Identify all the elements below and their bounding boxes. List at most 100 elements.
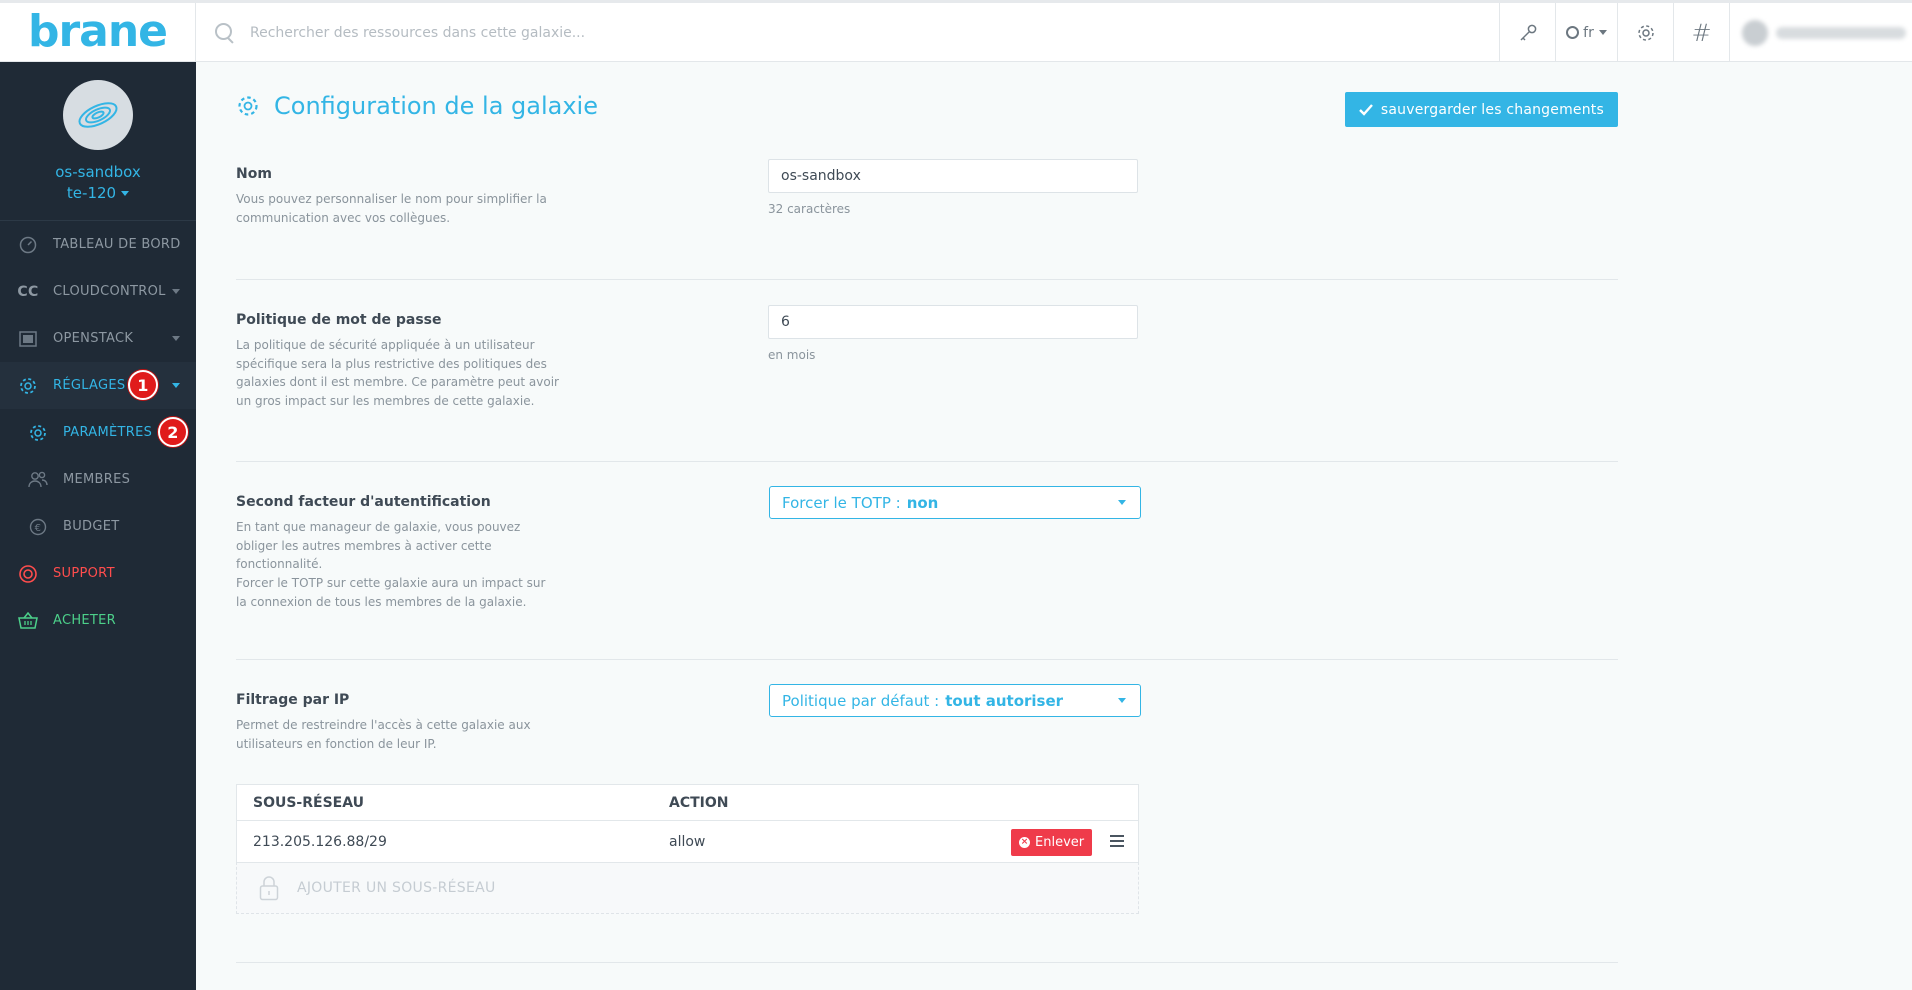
user-menu[interactable] bbox=[1729, 3, 1912, 62]
column-header-action: Action bbox=[669, 794, 729, 811]
name-help: 32 caractères bbox=[768, 202, 851, 216]
gear-icon bbox=[236, 94, 260, 118]
section-name: Nom Vous pouvez personnaliser le nom pou… bbox=[236, 159, 1618, 280]
action-cell: allow bbox=[669, 833, 706, 850]
save-button-label: sauvergarder les changements bbox=[1380, 101, 1604, 118]
sidebar-item-label: Tableau de bord bbox=[53, 237, 181, 252]
search-bar bbox=[196, 3, 1500, 62]
section-title: Nom bbox=[236, 166, 272, 182]
sidebar: os-sandbox te-120 Tableau de bord CC Clo… bbox=[0, 62, 196, 990]
sidebar-item-budget[interactable]: € Budget bbox=[0, 503, 196, 550]
sidebar-item-support[interactable]: Support bbox=[0, 550, 196, 597]
api-key-button[interactable] bbox=[1499, 3, 1555, 62]
twofa-field-wrap: Forcer le TOTP : non bbox=[769, 486, 1141, 519]
hash-button[interactable]: # bbox=[1673, 3, 1729, 62]
step-marker-2: 2 bbox=[158, 417, 188, 447]
chevron-down-icon bbox=[172, 383, 180, 388]
dashboard-icon bbox=[18, 235, 38, 255]
user-name-redacted bbox=[1776, 26, 1906, 39]
brand-logo[interactable]: brane bbox=[28, 9, 168, 54]
sidebar-item-settings[interactable]: Réglages 1 bbox=[0, 362, 196, 409]
settings-button[interactable] bbox=[1617, 3, 1673, 62]
default-policy-select[interactable]: Politique par défaut : tout autoriser bbox=[769, 684, 1141, 717]
remove-button-label: Enlever bbox=[1035, 835, 1085, 850]
subnet-table: Sous-réseau Action 213.205.126.88/29 all… bbox=[236, 784, 1139, 914]
language-selector[interactable]: fr bbox=[1555, 3, 1617, 62]
section-description: La politique de sécurité appliquée à un … bbox=[236, 338, 559, 409]
chevron-down-icon bbox=[172, 289, 180, 294]
table-header: Sous-réseau Action bbox=[237, 785, 1138, 821]
language-label: fr bbox=[1583, 24, 1594, 41]
sidebar-item-label: Budget bbox=[63, 519, 120, 534]
search-input[interactable] bbox=[250, 24, 1150, 41]
logo-area[interactable]: brane bbox=[0, 3, 196, 62]
sidebar-item-label: Réglages bbox=[53, 378, 126, 393]
page-title: Configuration de la galaxie bbox=[236, 92, 598, 120]
check-icon bbox=[1359, 103, 1373, 116]
force-totp-select[interactable]: Forcer le TOTP : non bbox=[769, 486, 1141, 519]
main-content: Configuration de la galaxie sauvergarder… bbox=[196, 62, 1912, 990]
section-ip-label: Filtrage par IP Permet de restreindre l'… bbox=[236, 692, 546, 753]
section-description: En tant que manageur de galaxie, vous po… bbox=[236, 520, 521, 572]
sidebar-item-label: Support bbox=[53, 566, 115, 581]
key-icon bbox=[1519, 24, 1536, 41]
section-description: Forcer le TOTP sur cette galaxie aura un… bbox=[236, 576, 546, 609]
galaxy-id[interactable]: te-120 bbox=[0, 183, 196, 204]
password-field-wrap: en mois bbox=[768, 305, 1138, 362]
gear-icon bbox=[28, 423, 48, 443]
select-value: tout autoriser bbox=[945, 691, 1064, 710]
basket-icon bbox=[18, 611, 38, 631]
sidebar-item-openstack[interactable]: Openstack bbox=[0, 315, 196, 362]
section-password-label: Politique de mot de passe La politique d… bbox=[236, 312, 566, 411]
sidebar-item-members[interactable]: Membres bbox=[0, 456, 196, 503]
close-icon: × bbox=[1019, 837, 1030, 848]
sidebar-item-label: Membres bbox=[63, 472, 131, 487]
hash-icon: # bbox=[1691, 18, 1712, 47]
galaxy-id-label: te-120 bbox=[66, 184, 117, 202]
sidebar-item-label: Paramètres bbox=[63, 425, 153, 440]
lock-icon bbox=[259, 875, 279, 901]
section-divider bbox=[236, 962, 1618, 963]
section-name-label: Nom Vous pouvez personnaliser le nom pou… bbox=[236, 166, 556, 227]
select-label: Politique par défaut : bbox=[782, 691, 940, 710]
section-password-policy: Politique de mot de passe La politique d… bbox=[236, 305, 1618, 462]
lifebuoy-icon bbox=[18, 564, 38, 584]
column-header-subnet: Sous-réseau bbox=[253, 794, 365, 811]
chevron-down-icon bbox=[1118, 698, 1126, 703]
page-title-text: Configuration de la galaxie bbox=[274, 92, 598, 120]
sidebar-item-buy[interactable]: Acheter bbox=[0, 597, 196, 644]
table-row: 213.205.126.88/29 allow × Enlever bbox=[237, 821, 1138, 863]
section-title: Politique de mot de passe bbox=[236, 312, 442, 328]
gear-icon bbox=[18, 376, 38, 396]
sidebar-item-label: Cloudcontrol bbox=[53, 284, 166, 299]
subnet-cell: 213.205.126.88/29 bbox=[253, 833, 387, 850]
select-value: non bbox=[906, 493, 939, 512]
cc-icon: CC bbox=[17, 283, 39, 300]
galaxy-name-input[interactable] bbox=[768, 159, 1138, 193]
sidebar-item-label: Acheter bbox=[53, 613, 117, 628]
section-description: Vous pouvez personnaliser le nom pour si… bbox=[236, 192, 547, 225]
drag-handle-icon[interactable] bbox=[1110, 835, 1124, 847]
page-header: Configuration de la galaxie sauvergarder… bbox=[236, 92, 1618, 134]
sidebar-item-dashboard[interactable]: Tableau de bord bbox=[0, 221, 196, 268]
section-two-factor: Second facteur d'autentification En tant… bbox=[236, 486, 1618, 660]
globe-icon bbox=[1566, 26, 1580, 39]
add-subnet-row[interactable]: Ajouter un sous-réseau bbox=[236, 862, 1139, 914]
step-marker-1: 1 bbox=[128, 370, 158, 400]
galaxy-switcher[interactable]: os-sandbox te-120 bbox=[0, 62, 196, 221]
euro-icon: € bbox=[28, 517, 48, 537]
select-label: Forcer le TOTP : bbox=[782, 493, 901, 512]
save-button[interactable]: sauvergarder les changements bbox=[1344, 92, 1618, 127]
sidebar-item-cloudcontrol[interactable]: CC Cloudcontrol bbox=[0, 268, 196, 315]
sidebar-item-label: Openstack bbox=[53, 331, 134, 346]
add-subnet-label: Ajouter un sous-réseau bbox=[297, 880, 496, 896]
password-policy-input[interactable] bbox=[768, 305, 1138, 339]
section-twofa-label: Second facteur d'autentification En tant… bbox=[236, 494, 546, 612]
galaxy-name: os-sandbox bbox=[55, 163, 141, 181]
remove-subnet-button[interactable]: × Enlever bbox=[1011, 829, 1093, 856]
sidebar-item-parameters[interactable]: Paramètres 2 bbox=[0, 409, 196, 456]
top-bar: brane fr # bbox=[0, 0, 1912, 62]
avatar bbox=[1742, 19, 1768, 46]
galaxy-avatar bbox=[63, 80, 133, 150]
search-icon bbox=[214, 22, 236, 44]
